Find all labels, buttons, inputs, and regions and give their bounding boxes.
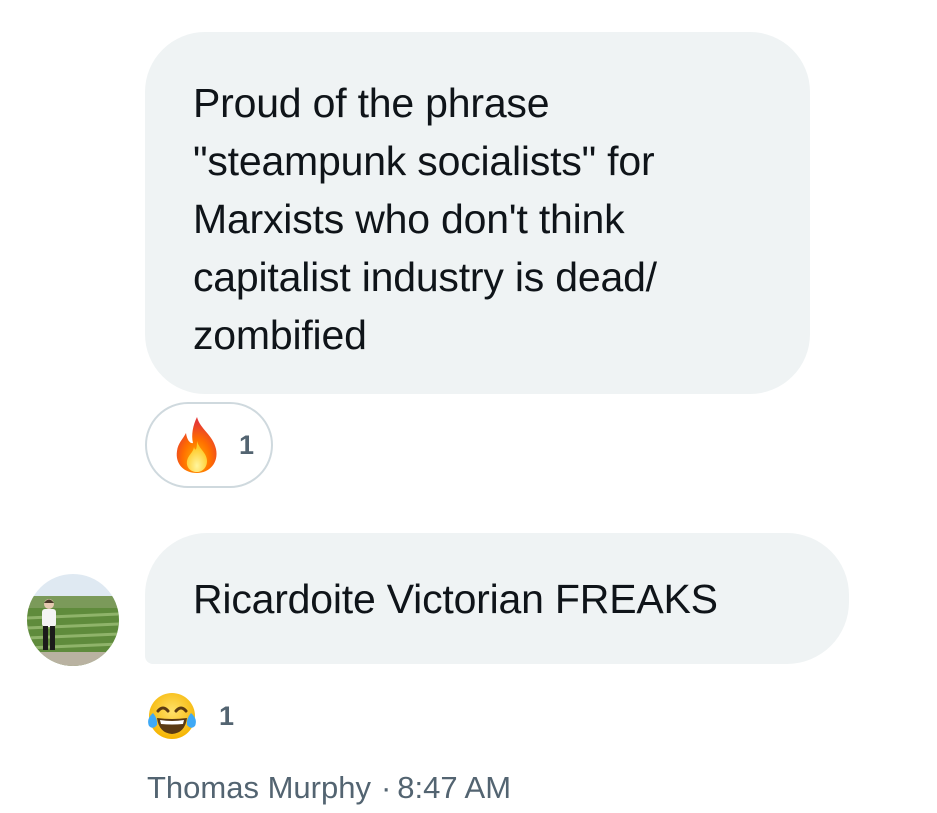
reaction-count: 1 [239, 429, 255, 460]
message-bubble[interactable]: Ricardoite Victorian FREAKS [145, 533, 849, 664]
fire-emoji-icon [176, 417, 217, 473]
message-meta: Thomas Murphy · 8:47 AM [147, 770, 511, 806]
reaction-button-fire[interactable]: 1 [145, 402, 273, 488]
meta-separator: · [380, 770, 392, 805]
message-text: Ricardoite Victorian FREAKS [193, 575, 718, 622]
sender-name[interactable]: Thomas Murphy [147, 770, 371, 805]
avatar[interactable] [27, 574, 119, 666]
tears-of-joy-emoji-icon [148, 693, 196, 739]
reaction-count: 1 [219, 700, 235, 731]
avatar-photo [27, 574, 119, 666]
message-text: Proud of the phrase "steampunk socialist… [193, 80, 657, 358]
message-bubble[interactable]: Proud of the phrase "steampunk socialist… [145, 32, 810, 394]
message-time: 8:47 AM [397, 770, 512, 805]
reaction-button-laugh[interactable]: 1 [145, 686, 234, 746]
